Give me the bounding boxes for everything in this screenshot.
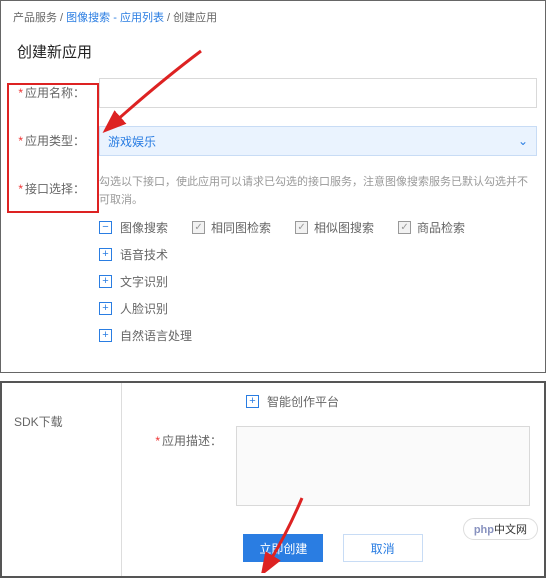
tree-voice: 语音技术: [120, 246, 168, 263]
tree-face: 人脸识别: [120, 300, 168, 317]
chevron-down-icon: ⌄: [518, 134, 528, 148]
app-type-select[interactable]: 游戏娱乐 ⌄: [99, 126, 537, 156]
page-title: 创建新应用: [1, 33, 545, 78]
crumb-b[interactable]: 图像搜索 - 应用列表: [66, 12, 164, 24]
expand-icon[interactable]: +: [99, 248, 112, 261]
crumb-a: 产品服务: [13, 12, 57, 24]
app-type-value: 游戏娱乐: [108, 133, 156, 150]
sdk-download-label: SDK下载: [2, 383, 122, 576]
checkbox-icon: ✓: [192, 221, 205, 234]
expand-icon[interactable]: +: [99, 275, 112, 288]
expand-icon[interactable]: +: [246, 395, 259, 408]
label-app-desc: *应用描述：: [136, 426, 236, 506]
tree-ocr: 文字识别: [120, 273, 168, 290]
crumb-c: 创建应用: [173, 12, 217, 24]
app-desc-input[interactable]: [236, 426, 530, 506]
expand-icon[interactable]: +: [99, 329, 112, 342]
tree-creative: 智能创作平台: [267, 393, 339, 410]
check-similar-image[interactable]: ✓相似图搜索: [295, 219, 374, 236]
expand-icon[interactable]: +: [99, 302, 112, 315]
create-button[interactable]: 立即创建: [243, 534, 323, 562]
interface-hint: 勾选以下接口，使此应用可以请求已勾选的接口服务，注意图像搜索服务已默认勾选并不可…: [99, 174, 537, 209]
highlight-box: [7, 83, 99, 213]
check-same-image[interactable]: ✓相同图检索: [192, 219, 271, 236]
watermark-logo: php中文网: [463, 518, 538, 540]
checkbox-icon: ✓: [295, 221, 308, 234]
collapse-icon[interactable]: −: [99, 221, 112, 234]
tree-nlp: 自然语言处理: [120, 327, 192, 344]
cancel-button[interactable]: 取消: [343, 534, 423, 562]
app-name-input[interactable]: [99, 78, 537, 108]
check-product[interactable]: ✓商品检索: [398, 219, 465, 236]
tree-image-search: 图像搜索: [120, 219, 168, 236]
breadcrumb: 产品服务 / 图像搜索 - 应用列表 / 创建应用: [1, 1, 545, 33]
checkbox-icon: ✓: [398, 221, 411, 234]
